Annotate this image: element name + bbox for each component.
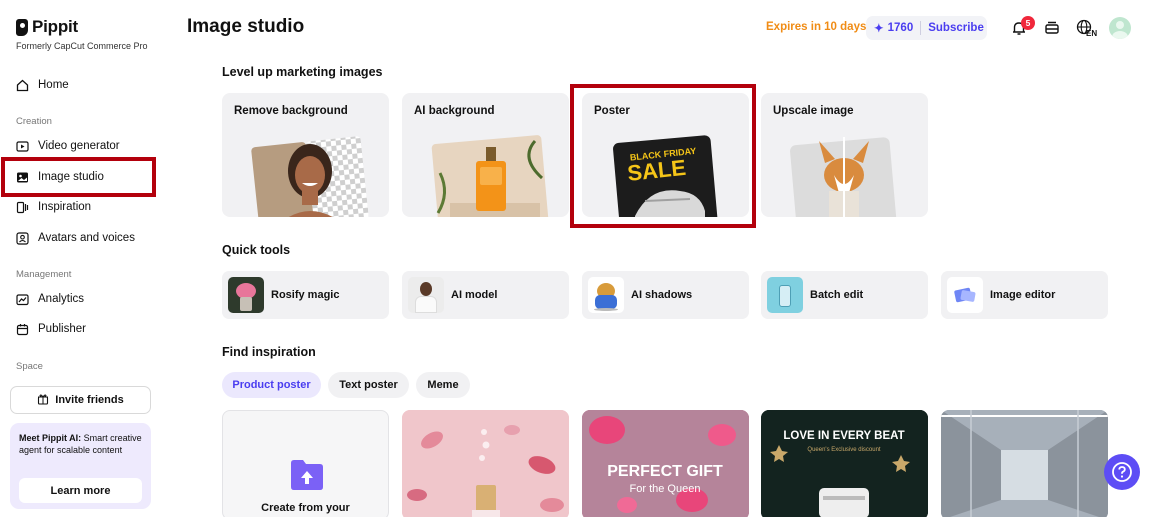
sidebar-item-home[interactable]: Home [16,73,69,97]
sidebar-section-creation: Creation [16,116,52,127]
card-ai-background[interactable]: AI background [402,93,569,217]
inspiration-card-perfume[interactable] [402,410,569,517]
invite-friends-button[interactable]: Invite friends [10,386,151,414]
analytics-icon [16,293,29,306]
rosify-thumbnail [228,277,264,313]
highlight-box-poster [570,84,756,228]
sidebar-item-label: Publisher [38,323,86,335]
pippit-ai-promo: Meet Pippit AI: Smart creative agent for… [10,423,151,509]
for-the-queen-text: For the Queen [630,483,701,495]
quick-tools-title: Quick tools [222,243,291,257]
notification-badge: 5 [1021,16,1035,30]
calendar-icon [16,323,29,336]
filter-meme[interactable]: Meme [416,372,470,398]
sidebar-item-avatars[interactable]: Avatars and voices [16,226,135,250]
find-inspiration-title: Find inspiration [222,345,316,359]
tool-label: AI model [451,289,498,301]
question-mark-icon [1112,462,1132,482]
card-label: Remove background [234,105,348,117]
highlight-box-image-studio [1,157,156,197]
tool-ai-shadows[interactable]: AI shadows [582,271,749,319]
sidebar-item-label: Inspiration [38,201,92,213]
sidebar-item-video-generator[interactable]: Video generator [16,134,120,158]
create-from-your-card[interactable]: Create from your [222,410,389,517]
ai-model-thumbnail [408,277,444,313]
credits-pill[interactable]: ✦ 1760 Subscribe [866,16,987,40]
perfect-gift-poster-image: PERFECT GIFT For the Queen [582,410,749,517]
sidebar-item-analytics[interactable]: Analytics [16,287,84,311]
help-button[interactable] [1104,454,1140,490]
sidebar: Pippit Formerly CapCut Commerce Pro Home… [0,0,168,517]
divider [920,21,922,35]
upload-folder-icon [291,460,323,490]
corridor-poster-image [941,410,1108,517]
sidebar-item-label: Video generator [38,140,120,152]
tool-batch-edit[interactable]: Batch edit [761,271,928,319]
language-code: EN [1086,29,1098,38]
user-avatar[interactable] [1109,17,1131,39]
ai-background-thumbnail [431,135,549,217]
level-up-title: Level up marketing images [222,65,383,79]
sidebar-item-label: Home [38,79,69,91]
inspiration-icon [16,201,29,214]
credits-count: 1760 [887,22,914,34]
inspiration-card-corridor[interactable] [941,410,1108,517]
card-upscale-image[interactable]: Upscale image [761,93,928,217]
create-label: Create from your [261,502,350,514]
brand-name: Pippit [32,17,79,36]
sidebar-section-management: Management [16,269,72,280]
video-icon [16,140,29,153]
promo-bold: Meet Pippit AI: [19,433,82,443]
inbox-icon[interactable] [1041,17,1063,39]
sidebar-item-label: Analytics [38,293,85,305]
upscale-image-thumbnail [790,137,897,217]
learn-more-button[interactable]: Learn more [19,478,142,503]
love-beat-poster-image: LOVE IN EVERY BEAT Queen's Exclusive dis… [761,410,928,517]
perfume-poster-image [402,410,569,517]
inspiration-card-love-beat[interactable]: LOVE IN EVERY BEAT Queen's Exclusive dis… [761,410,928,517]
love-beat-text: LOVE IN EVERY BEAT [783,430,904,442]
image-editor-thumbnail [947,277,983,313]
tool-ai-model[interactable]: AI model [402,271,569,319]
tool-rosify-magic[interactable]: Rosify magic [222,271,389,319]
tool-label: Batch edit [810,289,864,301]
pippit-logo-icon [16,18,28,36]
card-label: Upscale image [773,105,854,117]
ai-shadows-thumbnail [588,277,624,313]
home-icon [16,79,29,92]
sparkle-icon: ✦ [874,23,884,35]
tool-label: Image editor [990,289,1056,301]
love-beat-subtext: Queen's Exclusive discount [807,447,881,453]
invite-label: Invite friends [55,394,124,406]
subscribe-link[interactable]: Subscribe [928,22,984,34]
sidebar-item-inspiration[interactable]: Inspiration [16,195,91,219]
inspiration-card-perfect-gift[interactable]: PERFECT GIFT For the Queen [582,410,749,517]
tool-image-editor[interactable]: Image editor [941,271,1108,319]
sidebar-item-publisher[interactable]: Publisher [16,317,86,341]
expires-notice[interactable]: Expires in 10 days [766,21,866,33]
card-label: AI background [414,105,495,117]
tool-label: Rosify magic [271,289,340,301]
sidebar-item-label: Avatars and voices [38,232,135,244]
promo-text: Meet Pippit AI: Smart creative agent for… [19,432,142,456]
gift-icon [37,393,49,408]
perfect-gift-text: PERFECT GIFT [607,463,723,480]
tool-label: AI shadows [631,289,693,301]
sidebar-section-space: Space [16,361,43,372]
batch-edit-thumbnail [767,277,803,313]
remove-background-thumbnail [251,136,370,217]
page-title: Image studio [187,16,305,37]
filter-text-poster[interactable]: Text poster [328,372,409,398]
card-remove-background[interactable]: Remove background [222,93,389,217]
avatar-icon [16,231,29,245]
brand-logo[interactable]: Pippit [16,17,78,37]
brand-subtitle: Formerly CapCut Commerce Pro [16,41,148,51]
filter-product-poster[interactable]: Product poster [222,372,321,398]
